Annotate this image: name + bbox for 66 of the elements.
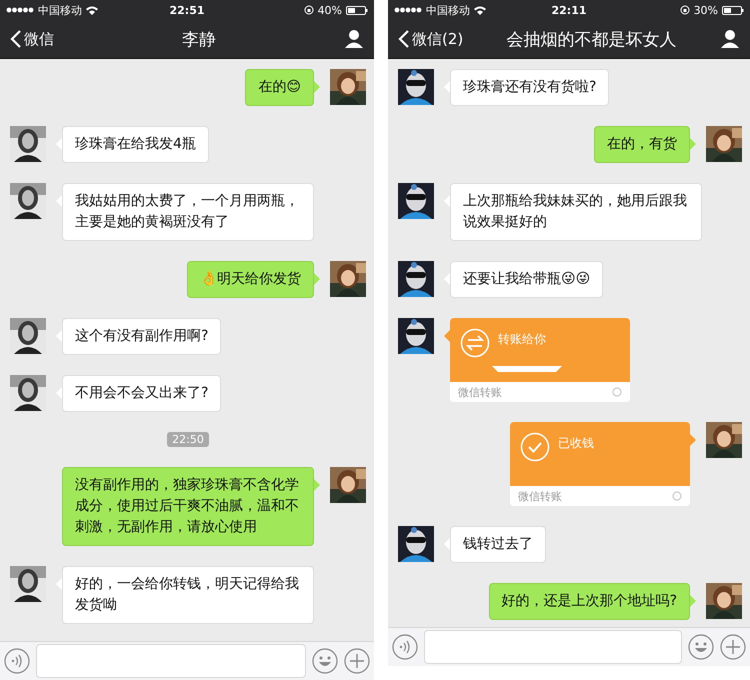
chat-title: 李静 bbox=[181, 28, 217, 50]
back-chevron-icon bbox=[398, 29, 410, 49]
message-bubble: 这个有没有副作用啊? bbox=[62, 318, 222, 355]
emoji-icon[interactable] bbox=[312, 648, 338, 674]
back-button[interactable]: 微信(2) bbox=[398, 29, 464, 49]
profile-icon[interactable] bbox=[344, 29, 364, 49]
battery-percent: 30% bbox=[694, 4, 718, 16]
bubble-tail bbox=[314, 273, 320, 285]
message-input[interactable] bbox=[424, 630, 682, 664]
transfer-title: 转账给你 bbox=[498, 331, 546, 348]
bubble-tail bbox=[56, 387, 62, 399]
bubble-tail bbox=[314, 81, 320, 93]
message-bubble: 还要让我给带瓶😜😜 bbox=[450, 261, 604, 298]
transfer-label: 微信转账 bbox=[518, 488, 562, 504]
bubble-tail bbox=[444, 81, 450, 93]
message-bubble: 在的，有货 bbox=[594, 126, 690, 163]
bubble-tail bbox=[690, 595, 696, 607]
battery-icon bbox=[722, 6, 744, 14]
message-bubble: 珍珠膏还有没有货啦? bbox=[450, 69, 610, 106]
signal-icon bbox=[394, 7, 422, 13]
message-bubble: 在的😊 bbox=[245, 69, 314, 106]
emoji-icon[interactable] bbox=[688, 634, 714, 660]
wifi-icon bbox=[474, 6, 486, 14]
message-bubble: 不用会不会又出来了? bbox=[62, 375, 222, 412]
signal-icon bbox=[6, 7, 34, 13]
message-bubble: 钱转过去了 bbox=[450, 526, 546, 563]
bubble-tail bbox=[56, 138, 62, 150]
bubble-tail bbox=[56, 195, 62, 207]
bubble-tail bbox=[444, 273, 450, 285]
plus-icon[interactable] bbox=[720, 634, 746, 660]
message-bubble: 我姑姑用的太费了，一个月用两瓶，主要是她的黄褐斑没有了 bbox=[62, 183, 314, 241]
bubble-tail bbox=[56, 330, 62, 342]
bubble-tail bbox=[314, 479, 320, 491]
bubble-tail bbox=[56, 578, 62, 590]
rotation-lock-icon bbox=[680, 5, 690, 15]
message-bubble: 没有副作用的，独家珍珠膏不含化学成分，使用过后干爽不油腻，温和不刺激，无副作用，请放心使用 bbox=[62, 467, 314, 546]
carrier-name: 中国移动 bbox=[426, 2, 470, 18]
back-button[interactable]: 微信 bbox=[10, 29, 54, 49]
voice-icon[interactable] bbox=[4, 648, 30, 674]
message-bubble: 好的，还是上次那个地址吗? bbox=[488, 583, 690, 620]
battery-percent: 40% bbox=[318, 4, 342, 16]
clock-time: 22:11 bbox=[552, 4, 587, 16]
carrier-name: 中国移动 bbox=[38, 2, 82, 18]
battery-icon bbox=[346, 6, 368, 14]
bubble-tail bbox=[444, 538, 450, 550]
hidden-amount-bar bbox=[492, 366, 562, 374]
voice-icon[interactable] bbox=[392, 634, 418, 660]
bubble-tail bbox=[690, 434, 696, 446]
bubble-tail bbox=[690, 138, 696, 150]
message-bubble: 上次那瓶给我妹妹买的，她用后跟我说效果挺好的 bbox=[450, 183, 702, 241]
plus-icon[interactable] bbox=[344, 648, 370, 674]
message-input[interactable] bbox=[36, 644, 306, 678]
transfer-label: 微信转账 bbox=[458, 384, 502, 400]
rotation-lock-icon bbox=[304, 5, 314, 15]
timestamp: 22:50 bbox=[167, 432, 209, 447]
chat-title: 会抽烟的不都是坏女人 bbox=[506, 28, 678, 50]
bubble-tail bbox=[444, 330, 450, 342]
profile-icon[interactable] bbox=[720, 29, 740, 49]
wifi-icon bbox=[86, 6, 98, 14]
clock-time: 22:51 bbox=[170, 4, 205, 16]
back-chevron-icon bbox=[10, 29, 22, 49]
message-bubble: 好的，一会给你转钱，明天记得给我发货呦 bbox=[62, 566, 314, 624]
bubble-tail bbox=[444, 195, 450, 207]
transfer-title: 已收钱 bbox=[558, 435, 594, 452]
message-bubble: 👌明天给你发货 bbox=[187, 261, 314, 298]
message-bubble: 珍珠膏在给我发4瓶 bbox=[62, 126, 209, 163]
